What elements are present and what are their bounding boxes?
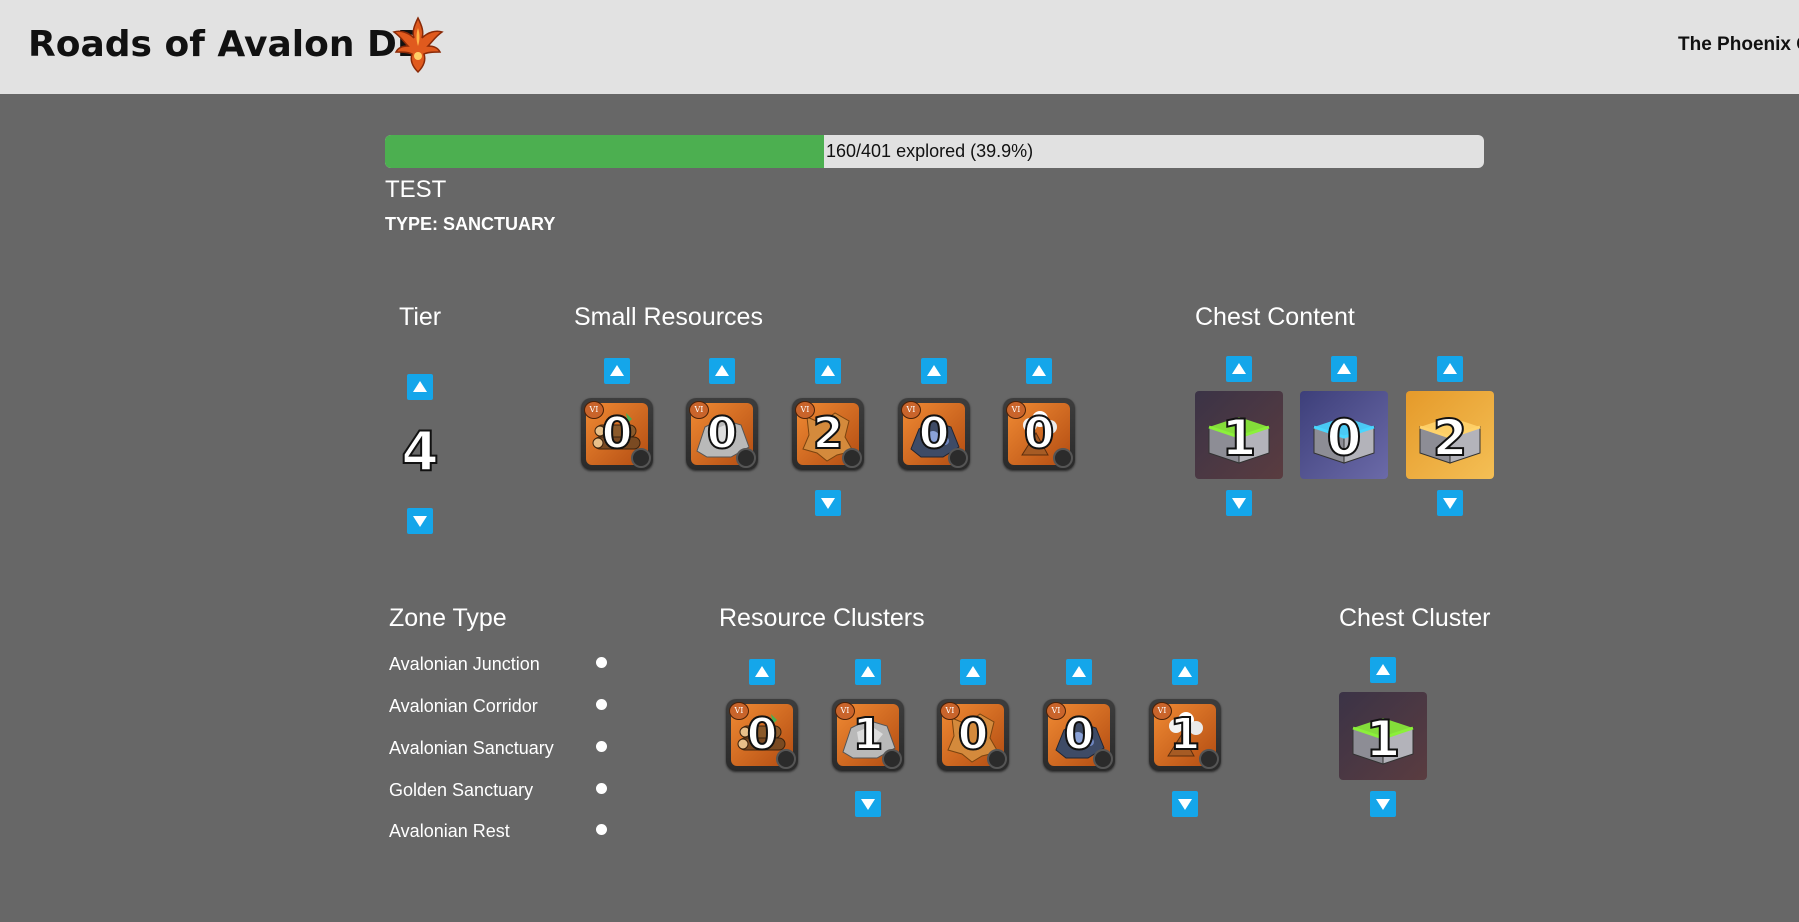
green-chest-tile: 1 [1195, 391, 1283, 479]
tier-title: Tier [399, 303, 442, 331]
chest-count: 1 [1221, 408, 1258, 468]
zone-option-radio[interactable] [596, 824, 607, 835]
resource-count: 1 [1169, 708, 1202, 761]
wood-resource-tile: VI 0 [726, 699, 798, 771]
zone-option-radio[interactable] [596, 741, 607, 752]
tier-down-button[interactable] [407, 508, 433, 534]
small-resource-1-up-button[interactable] [709, 358, 735, 384]
site-title[interactable]: Roads of Avalon DB [28, 24, 424, 65]
chest-cluster-0-up-button[interactable] [1370, 657, 1396, 683]
progress-text: 160/401 explored (39.9%) [826, 141, 1034, 161]
resource-cluster-4-down-button[interactable] [1172, 791, 1198, 817]
hide-resource-tile: VI 2 [792, 398, 864, 470]
tier-value: 4 [400, 419, 440, 484]
fiber-resource-tile: VI 0 [1003, 398, 1075, 470]
resource-count: 0 [1023, 407, 1056, 460]
zone-type-title: Zone Type [389, 604, 507, 632]
zone-name: TEST [385, 176, 447, 203]
exploration-progress-bar: 160/401 explored (39.9%) [385, 135, 1484, 168]
resource-count: 0 [706, 407, 739, 460]
resource-cluster-0-up-button[interactable] [749, 659, 775, 685]
zone-option-label: Avalonian Junction [389, 654, 540, 674]
chest-count: 1 [1365, 709, 1402, 769]
resource-count: 0 [957, 708, 990, 761]
stone-resource-tile: VI 0 [686, 398, 758, 470]
progress-fill [385, 135, 824, 168]
resource-count: 0 [601, 407, 634, 460]
small-resources-title: Small Resources [574, 303, 763, 331]
chest-content-0-down-button[interactable] [1226, 490, 1252, 516]
gold-chest-tile: 2 [1406, 391, 1494, 479]
blue-chest-tile: 0 [1300, 391, 1388, 479]
resource-count: 0 [1063, 708, 1096, 761]
chest-content-title: Chest Content [1195, 303, 1355, 331]
zone-option-radio[interactable] [596, 699, 607, 710]
phoenix-logo-icon[interactable] [390, 12, 446, 76]
wood-resource-tile: VI 0 [581, 398, 653, 470]
zone-option-radio[interactable] [596, 783, 607, 794]
chest-cluster-title: Chest Cluster [1339, 604, 1491, 632]
stone-resource-tile: VI 1 [832, 699, 904, 771]
chest-count: 2 [1432, 408, 1469, 468]
site-header: Roads of Avalon DB The Phoenix C [0, 0, 1799, 94]
zone-option-radio[interactable] [596, 657, 607, 668]
resource-count: 1 [852, 708, 885, 761]
chest-cluster-0-down-button[interactable] [1370, 791, 1396, 817]
chest-content-0-up-button[interactable] [1226, 356, 1252, 382]
small-resource-4-up-button[interactable] [1026, 358, 1052, 384]
chest-count: 0 [1326, 408, 1363, 468]
chest-content-1-up-button[interactable] [1331, 356, 1357, 382]
ore-resource-tile: VI 0 [1043, 699, 1115, 771]
ore-resource-tile: VI 0 [898, 398, 970, 470]
fiber-resource-tile: VI 1 [1149, 699, 1221, 771]
resource-clusters-title: Resource Clusters [719, 604, 925, 632]
resource-count: 0 [918, 407, 951, 460]
resource-cluster-1-up-button[interactable] [855, 659, 881, 685]
zone-option-label: Avalonian Sanctuary [389, 738, 554, 758]
resource-count: 0 [746, 708, 779, 761]
chest-content-2-up-button[interactable] [1437, 356, 1463, 382]
zone-type-label: TYPE: SANCTUARY [385, 214, 556, 234]
zone-option-label: Avalonian Rest [389, 821, 510, 841]
small-resource-2-down-button[interactable] [815, 490, 841, 516]
small-resource-2-up-button[interactable] [815, 358, 841, 384]
zone-option-label: Avalonian Corridor [389, 696, 538, 716]
resource-cluster-2-up-button[interactable] [960, 659, 986, 685]
chest-content-2-down-button[interactable] [1437, 490, 1463, 516]
green-chest-tile: 1 [1339, 692, 1427, 780]
resource-cluster-4-up-button[interactable] [1172, 659, 1198, 685]
header-link[interactable]: The Phoenix C [1678, 34, 1799, 56]
small-resource-3-up-button[interactable] [921, 358, 947, 384]
resource-count: 2 [812, 407, 845, 460]
resource-cluster-1-down-button[interactable] [855, 791, 881, 817]
zone-option-label: Golden Sanctuary [389, 780, 534, 800]
tier-up-button[interactable] [407, 374, 433, 400]
resource-cluster-3-up-button[interactable] [1066, 659, 1092, 685]
small-resource-0-up-button[interactable] [604, 358, 630, 384]
hide-resource-tile: VI 0 [937, 699, 1009, 771]
